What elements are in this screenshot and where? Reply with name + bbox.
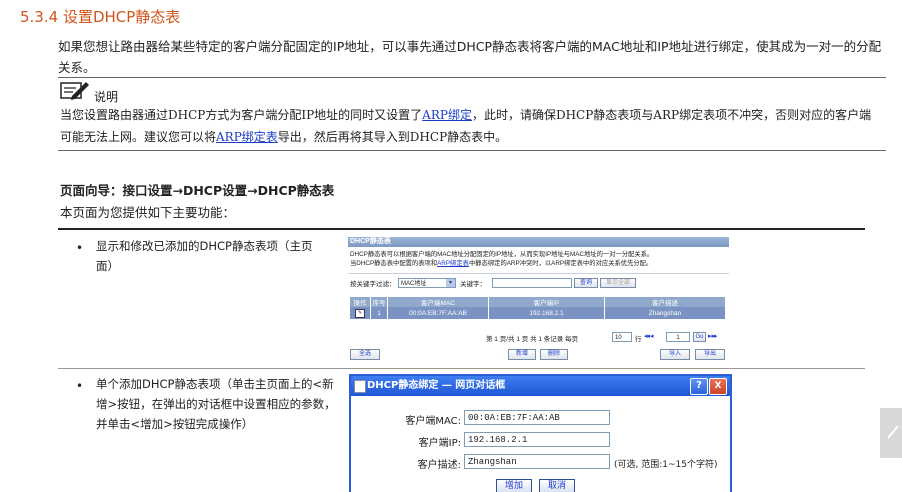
edit-icon[interactable]: ✎	[350, 307, 371, 319]
dialog-cancel-button[interactable]: 取消	[539, 479, 575, 492]
arp-table-link[interactable]: ARP绑定表	[437, 260, 469, 267]
help-icon[interactable]: ?	[690, 378, 708, 395]
panel-header: DHCP静态表	[348, 237, 729, 247]
keyword-input[interactable]	[492, 278, 572, 288]
import-button[interactable]: 导入	[660, 349, 690, 360]
filter-label: 按关键字过滤：	[350, 281, 396, 288]
arp-binding-link[interactable]: ARP绑定	[422, 108, 472, 122]
desc-part: 当DHCP静态表中配置的表项和	[350, 260, 438, 267]
close-icon[interactable]: X	[709, 378, 727, 395]
column-header: 客户端IP	[488, 297, 605, 307]
next-last-icon[interactable]: ▸ ▸▸	[708, 332, 717, 340]
table-row: ✎ 1 00:0A:EB:7F:AA:AB 192.168.2.1 Zhangs…	[350, 307, 726, 319]
desc-hint: (可选, 范围:1~15个字符)	[614, 460, 718, 470]
per-page-suffix: 行	[635, 336, 642, 343]
static-table: 操作 序号 客户端MAC 客户端IP 客户描述 ✎ 1 00:0A:EB:7F:…	[350, 297, 726, 319]
dialog-body: 客户端MAC: 00:0A:EB:7F:AA:AB 客户端IP: 192.168…	[351, 396, 730, 492]
dhcp-static-table-screenshot: DHCP静态表 DHCP静态表可以根据客户端的MAC地址分配固定的IP地址，从而…	[348, 237, 729, 363]
column-header: 客户端MAC	[387, 297, 489, 307]
dhcp-binding-dialog-screenshot: DHCP静态绑定 — 网页对话框 ? X 客户端MAC: 00:0A:EB:7F…	[349, 374, 732, 492]
desc-input[interactable]: Zhangshan	[464, 454, 610, 469]
per-page-input[interactable]: 10	[612, 332, 632, 342]
add-button[interactable]: 新增	[508, 349, 536, 360]
ip-input[interactable]: 192.168.2.1	[464, 432, 610, 447]
intro-text: 本页面为您提供如下主要功能：	[60, 205, 236, 220]
row-ip: 192.168.2.1	[488, 307, 605, 319]
section-number: 5.3.4	[20, 8, 59, 26]
filter-select-value: MAC地址	[401, 281, 427, 287]
section-title: 设置DHCP静态表	[62, 8, 181, 26]
divider-top	[58, 77, 886, 78]
desc-label: 客户描述:	[417, 460, 461, 471]
filter-select[interactable]: MAC地址 ▾	[398, 278, 456, 288]
table-row-divider	[58, 368, 865, 369]
dialog-title-bar: DHCP静态绑定 — 网页对话框 ? X	[351, 376, 730, 396]
intro-paragraph: 如果您想让路由器给某些特定的客户端分配固定的IP地址，可以事先通过DHCP静态表…	[58, 39, 882, 75]
note-text-part: 导出，然后再将其导入到DHCP静态表中。	[277, 130, 508, 144]
divider-note	[58, 150, 886, 151]
column-header: 客户描述	[604, 297, 726, 307]
row-text-display: 显示和修改已添加的DHCP静态表项（主页面）	[96, 239, 313, 273]
keyword-label: 关键字：	[460, 281, 486, 288]
mac-input[interactable]: 00:0A:EB:7F:AA:AB	[464, 410, 610, 425]
desc-line: DHCP静态表可以根据客户端的MAC地址分配固定的IP地址，从而实现IP地址与M…	[350, 251, 654, 258]
column-header: 序号	[370, 297, 388, 307]
arp-binding-table-link[interactable]: ARP绑定表	[216, 130, 278, 144]
row-bullet: •	[76, 379, 84, 393]
chevron-down-icon: ▾	[446, 279, 455, 287]
dialog-add-button[interactable]: 增加	[496, 479, 532, 492]
section-heading: 5.3.4 设置DHCP静态表	[20, 6, 180, 27]
note-icon	[60, 80, 90, 102]
window-icon	[354, 380, 366, 393]
mac-label: 客户端MAC:	[405, 416, 461, 427]
dialog-title: DHCP静态绑定 — 网页对话框	[367, 380, 506, 391]
pager-text: 第 1 页/共 1 页 共 1 条记录 每页	[486, 336, 579, 343]
scroll-to-top-tab[interactable]	[880, 408, 902, 458]
panel-description: DHCP静态表可以根据客户端的MAC地址分配固定的IP地址，从而实现IP地址与M…	[350, 250, 728, 268]
row-desc: Zhangshan	[604, 307, 726, 319]
row-index: 1	[370, 307, 388, 319]
query-button[interactable]: 查询	[574, 278, 598, 288]
desc-part: 中静态绑定的ARP冲突时，以ARP绑定表中的对应关系优先分配。	[468, 260, 653, 267]
desc-line: 当DHCP静态表中配置的表项和ARP绑定表中静态绑定的ARP冲突时，以ARP绑定…	[350, 259, 728, 268]
table-header-row: 操作 序号 客户端MAC 客户端IP 客户描述	[350, 297, 726, 307]
first-prev-icon[interactable]: ◂◂ ◂	[644, 332, 653, 340]
export-button[interactable]: 导出	[695, 349, 725, 360]
row-bullet: •	[76, 241, 84, 255]
up-arrow-icon	[887, 425, 899, 439]
column-header: 操作	[350, 297, 371, 307]
table-top-rule	[58, 228, 865, 230]
row-text-add: 单个添加DHCP静态表项（单击主页面上的<新增>按钮，在弹出的对话框中设置相应的…	[96, 377, 336, 431]
note-text: 当您设置路由器通过DHCP方式为客户端分配IP地址的同时又设置了ARP绑定，此时…	[60, 104, 880, 148]
note-label: 说明	[94, 90, 119, 104]
delete-button[interactable]: 删除	[540, 349, 568, 360]
note-text-part: 当您设置路由器通过DHCP方式为客户端分配IP地址的同时又设置了	[60, 108, 423, 122]
ip-label: 客户端IP:	[418, 438, 461, 449]
panel-divider	[348, 273, 729, 274]
row-mac: 00:0A:EB:7F:AA:AB	[387, 307, 489, 319]
page-input[interactable]: 1	[666, 332, 690, 342]
page-guide: 页面向导：接口设置→DHCP设置→DHCP静态表	[60, 183, 335, 198]
select-all-button[interactable]: 全选	[350, 349, 380, 360]
show-all-button[interactable]: 显示全部	[600, 278, 636, 288]
go-button[interactable]: Go	[693, 332, 706, 342]
